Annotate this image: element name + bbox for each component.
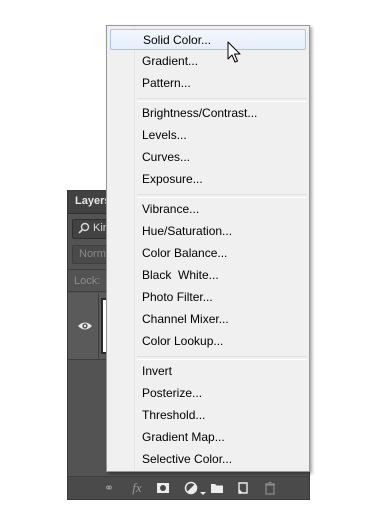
menu-item-vibrance[interactable]: Vibrance... <box>110 199 306 220</box>
menu-item-selective-color[interactable]: Selective Color... <box>110 449 306 470</box>
mouse-cursor-icon <box>227 41 241 63</box>
menu-item-label: Black White... <box>142 268 219 282</box>
menu-item-color-balance[interactable]: Color Balance... <box>110 243 306 264</box>
link-icon[interactable]: ⚭ <box>102 481 116 495</box>
menu-item-color-lookup[interactable]: Color Lookup... <box>110 331 306 352</box>
dropdown-indicator-icon <box>200 492 206 495</box>
menu-item-label: Solid Color... <box>143 33 212 47</box>
menu-item-threshold[interactable]: Threshold... <box>110 405 306 426</box>
divider <box>98 293 99 359</box>
menu-item-label: Exposure... <box>142 172 203 186</box>
mask-icon[interactable] <box>156 481 170 495</box>
adjustment-icon[interactable] <box>184 481 198 495</box>
menu-separator <box>137 356 307 360</box>
eye-icon[interactable] <box>77 321 93 331</box>
menu-separator <box>137 194 307 198</box>
menu-item-exposure[interactable]: Exposure... <box>110 169 306 190</box>
layers-panel-footer: ⚭ fx <box>68 476 309 499</box>
menu-item-label: Photo Filter... <box>142 290 213 304</box>
menu-item-hue-saturation[interactable]: Hue/Saturation... <box>110 221 306 242</box>
adjustment-layer-menu: Solid Color... Gradient... Pattern... Br… <box>106 25 310 472</box>
menu-item-label: Curves... <box>142 150 191 164</box>
menu-item-gradient-map[interactable]: Gradient Map... <box>110 427 306 448</box>
menu-item-posterize[interactable]: Posterize... <box>110 383 306 404</box>
menu-item-pattern[interactable]: Pattern... <box>110 73 306 94</box>
lock-label: Lock: <box>74 275 101 287</box>
menu-item-label: Vibrance... <box>142 202 200 216</box>
menu-item-label: Gradient Map... <box>142 430 225 444</box>
menu-item-label: Channel Mixer... <box>142 312 229 326</box>
fx-icon[interactable]: fx <box>130 481 144 495</box>
menu-separator <box>137 98 307 102</box>
trash-icon[interactable] <box>263 481 277 495</box>
menu-item-label: Selective Color... <box>142 452 233 466</box>
menu-item-channel-mixer[interactable]: Channel Mixer... <box>110 309 306 330</box>
menu-item-label: Posterize... <box>142 386 203 400</box>
menu-item-levels[interactable]: Levels... <box>110 125 306 146</box>
menu-item-label: Pattern... <box>142 76 191 90</box>
menu-item-black-white[interactable]: Black White... <box>110 265 306 286</box>
menu-item-brightness-contrast[interactable]: Brightness/Contrast... <box>110 103 306 124</box>
folder-icon[interactable] <box>210 481 224 495</box>
menu-item-invert[interactable]: Invert <box>110 361 306 382</box>
menu-item-label: Levels... <box>142 128 187 142</box>
menu-item-gradient[interactable]: Gradient... <box>110 51 306 72</box>
new-layer-icon[interactable] <box>236 481 250 495</box>
menu-item-curves[interactable]: Curves... <box>110 147 306 168</box>
menu-item-label: Color Balance... <box>142 246 228 260</box>
menu-item-label: Brightness/Contrast... <box>142 106 258 120</box>
menu-item-label: Color Lookup... <box>142 334 224 348</box>
menu-item-label: Hue/Saturation... <box>142 224 233 238</box>
menu-item-photo-filter[interactable]: Photo Filter... <box>110 287 306 308</box>
menu-item-label: Threshold... <box>142 408 206 422</box>
menu-item-label: Invert <box>142 364 173 378</box>
search-icon <box>78 222 90 234</box>
menu-item-label: Gradient... <box>142 54 199 68</box>
menu-item-solid-color[interactable]: Solid Color... <box>110 29 306 50</box>
